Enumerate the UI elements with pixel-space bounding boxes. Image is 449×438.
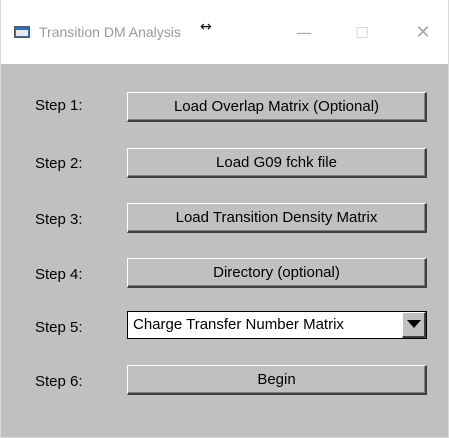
minimize-button[interactable]: — <box>281 16 327 50</box>
step-3-label: Step 3: <box>35 211 83 228</box>
app-window-icon <box>14 26 30 38</box>
resize-cursor-icon: ↔ <box>200 19 212 35</box>
step-5-label: Step 5: <box>35 319 83 336</box>
step-4-label: Step 4: <box>35 266 83 283</box>
title-bar[interactable]: Transition DM Analysis ↔ — ☐ ✕ <box>1 0 448 64</box>
begin-button[interactable]: Begin <box>127 365 427 395</box>
step-1-label: Step 1: <box>35 97 83 114</box>
close-button[interactable]: ✕ <box>400 16 446 50</box>
load-overlap-matrix-button[interactable]: Load Overlap Matrix (Optional) <box>127 92 427 122</box>
dropdown-arrow-icon[interactable] <box>402 312 426 338</box>
analysis-type-select[interactable]: Charge Transfer Number Matrix <box>127 311 427 339</box>
window-title: Transition DM Analysis <box>39 24 181 40</box>
load-transition-density-matrix-button[interactable]: Load Transition Density Matrix <box>127 203 427 233</box>
maximize-button[interactable]: ☐ <box>339 16 385 50</box>
step-2-label: Step 2: <box>35 155 83 172</box>
app-window: Transition DM Analysis ↔ — ☐ ✕ Step 1: L… <box>0 0 449 438</box>
analysis-type-selected-value: Charge Transfer Number Matrix <box>133 316 344 333</box>
directory-button[interactable]: Directory (optional) <box>127 258 427 288</box>
load-fchk-file-button[interactable]: Load G09 fchk file <box>127 148 427 178</box>
step-6-label: Step 6: <box>35 373 83 390</box>
